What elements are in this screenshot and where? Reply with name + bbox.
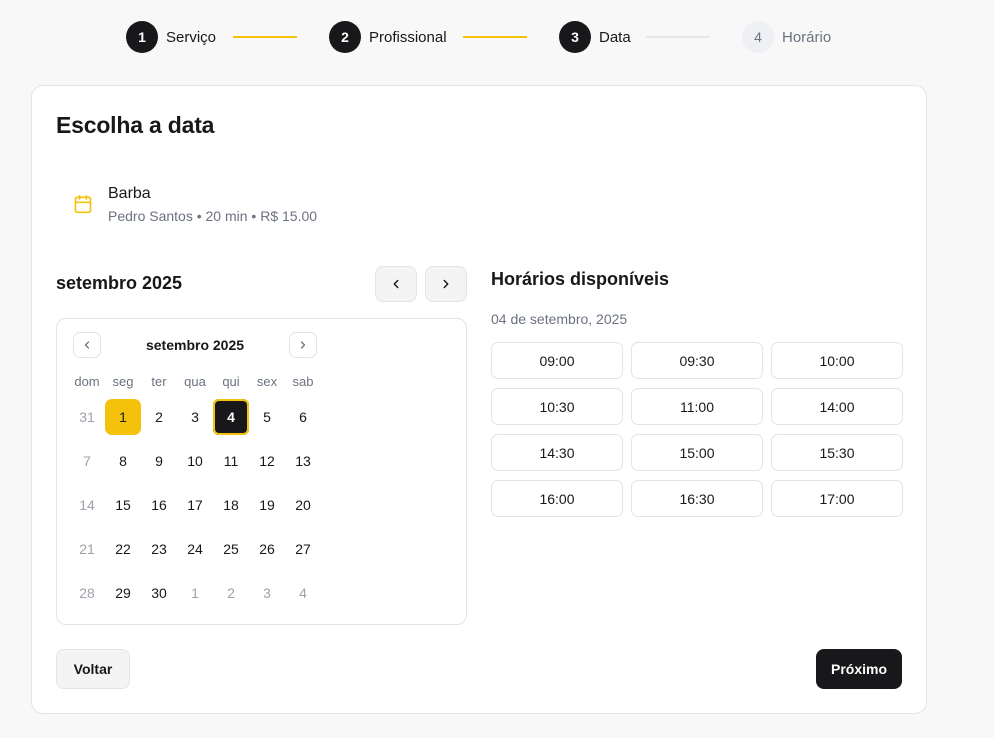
step-connector <box>463 36 527 38</box>
date-selection-card: Escolha a data Barba Pedro Santos • 20 m… <box>31 85 927 714</box>
weekday-label: ter <box>151 374 167 389</box>
calendar-day[interactable]: 15 <box>105 487 141 523</box>
step-number: 1 <box>126 21 158 53</box>
time-slots-grid: 09:00 09:30 10:00 10:30 11:00 14:00 14:3… <box>491 342 903 517</box>
chevron-left-icon <box>393 279 399 289</box>
weekday-header: dom seg ter qua qui sex sab <box>69 374 321 389</box>
step-number: 2 <box>329 21 361 53</box>
calendar-icon <box>74 194 92 214</box>
calendar-day-outside[interactable]: 2 <box>213 575 249 611</box>
calendar-day[interactable]: 26 <box>249 531 285 567</box>
calendar-day-outside[interactable]: 31 <box>69 399 105 435</box>
next-button[interactable]: Próximo <box>816 649 902 689</box>
calendar-week: 28 29 30 1 2 3 4 <box>69 575 321 611</box>
time-slot-button[interactable]: 09:30 <box>631 342 763 379</box>
back-button[interactable]: Voltar <box>56 649 130 689</box>
step-number: 3 <box>559 21 591 53</box>
calendar-day[interactable]: 3 <box>177 399 213 435</box>
calendar-day[interactable]: 9 <box>141 443 177 479</box>
time-slot-button[interactable]: 10:30 <box>491 388 623 425</box>
next-month-button[interactable] <box>425 266 467 302</box>
step-data: 3 Data <box>559 21 631 53</box>
step-connector <box>646 36 710 38</box>
calendar-day-disabled[interactable]: 14 <box>69 487 105 523</box>
previous-month-button[interactable] <box>375 266 417 302</box>
step-horario: 4 Horário <box>742 21 831 53</box>
calendar-day-disabled[interactable]: 7 <box>69 443 105 479</box>
step-label: Data <box>599 28 631 46</box>
month-label: setembro 2025 <box>56 273 183 293</box>
calendar-day-disabled[interactable]: 28 <box>69 575 105 611</box>
calendar-day[interactable]: 20 <box>285 487 321 523</box>
calendar-day[interactable]: 5 <box>249 399 285 435</box>
step-connector <box>233 36 297 38</box>
time-slot-button[interactable]: 15:00 <box>631 434 763 471</box>
weekday-label: qui <box>222 374 240 389</box>
calendar-day[interactable]: 29 <box>105 575 141 611</box>
service-details: Pedro Santos • 20 min • R$ 15.00 <box>108 208 318 224</box>
calendar-day[interactable]: 2 <box>141 399 177 435</box>
calendar-day-today[interactable]: 1 <box>105 399 141 435</box>
calendar-day[interactable]: 19 <box>249 487 285 523</box>
selected-date-label: 04 de setembro, 2025 <box>491 311 628 327</box>
calendar-day[interactable]: 13 <box>285 443 321 479</box>
calendar-day[interactable]: 10 <box>177 443 213 479</box>
calendar-day[interactable]: 18 <box>213 487 249 523</box>
calendar-week: 14 15 16 17 18 19 20 <box>69 487 321 523</box>
service-name: Barba <box>108 185 151 202</box>
weekday-label: qua <box>184 374 206 389</box>
calendar-day-selected[interactable]: 4 <box>213 399 249 435</box>
chevron-right-icon <box>443 279 449 289</box>
calendar-day-outside[interactable]: 3 <box>249 575 285 611</box>
time-slot-button[interactable]: 14:30 <box>491 434 623 471</box>
time-slot-button[interactable]: 10:00 <box>771 342 903 379</box>
calendar-day[interactable]: 11 <box>213 443 249 479</box>
time-slot-button[interactable]: 11:00 <box>631 388 763 425</box>
calendar-day[interactable]: 8 <box>105 443 141 479</box>
calendar-day[interactable]: 22 <box>105 531 141 567</box>
weekday-label: sab <box>292 374 314 389</box>
calendar-week: 7 8 9 10 11 12 13 <box>69 443 321 479</box>
time-slot-button[interactable]: 09:00 <box>491 342 623 379</box>
time-slot-button[interactable]: 16:30 <box>631 480 763 517</box>
calendar-day[interactable]: 27 <box>285 531 321 567</box>
calendar-day-outside[interactable]: 4 <box>285 575 321 611</box>
weekday-label: sex <box>256 374 278 389</box>
weekday-label: seg <box>112 374 134 389</box>
time-slot-button[interactable]: 16:00 <box>491 480 623 517</box>
calendar-week: 31 1 2 3 4 5 6 <box>69 399 321 435</box>
step-profissional: 2 Profissional <box>329 21 447 53</box>
calendar-week: 21 22 23 24 25 26 27 <box>69 531 321 567</box>
calendar-day[interactable]: 16 <box>141 487 177 523</box>
step-label: Serviço <box>166 28 217 46</box>
calendar-day[interactable]: 12 <box>249 443 285 479</box>
calendar-day-disabled[interactable]: 21 <box>69 531 105 567</box>
calendar-day[interactable]: 25 <box>213 531 249 567</box>
progress-stepper: 1 Serviço 2 Profissional 3 Data 4 Horári… <box>0 20 994 54</box>
chevron-right-icon <box>300 341 306 349</box>
date-picker-calendar: setembro 2025 dom seg ter qua qui sex sa… <box>56 318 467 625</box>
time-slot-button[interactable]: 15:30 <box>771 434 903 471</box>
step-label: Horário <box>782 28 832 46</box>
time-slot-button[interactable]: 17:00 <box>771 480 903 517</box>
page-title: Escolha a data <box>56 112 215 138</box>
calendar-days-grid: 31 1 2 3 4 5 6 7 8 9 10 11 12 13 14 15 1… <box>69 399 321 619</box>
calendar-day[interactable]: 6 <box>285 399 321 435</box>
step-servico: 1 Serviço <box>126 21 216 53</box>
time-slot-button[interactable]: 14:00 <box>771 388 903 425</box>
calendar-day-outside[interactable]: 1 <box>177 575 213 611</box>
available-times-title: Horários disponíveis <box>491 269 670 289</box>
calendar-next-button[interactable] <box>289 332 317 358</box>
calendar-day[interactable]: 24 <box>177 531 213 567</box>
calendar-day[interactable]: 30 <box>141 575 177 611</box>
calendar-day[interactable]: 23 <box>141 531 177 567</box>
step-label: Profissional <box>369 28 447 46</box>
calendar-day[interactable]: 17 <box>177 487 213 523</box>
weekday-label: dom <box>74 374 100 389</box>
step-number: 4 <box>742 21 774 53</box>
